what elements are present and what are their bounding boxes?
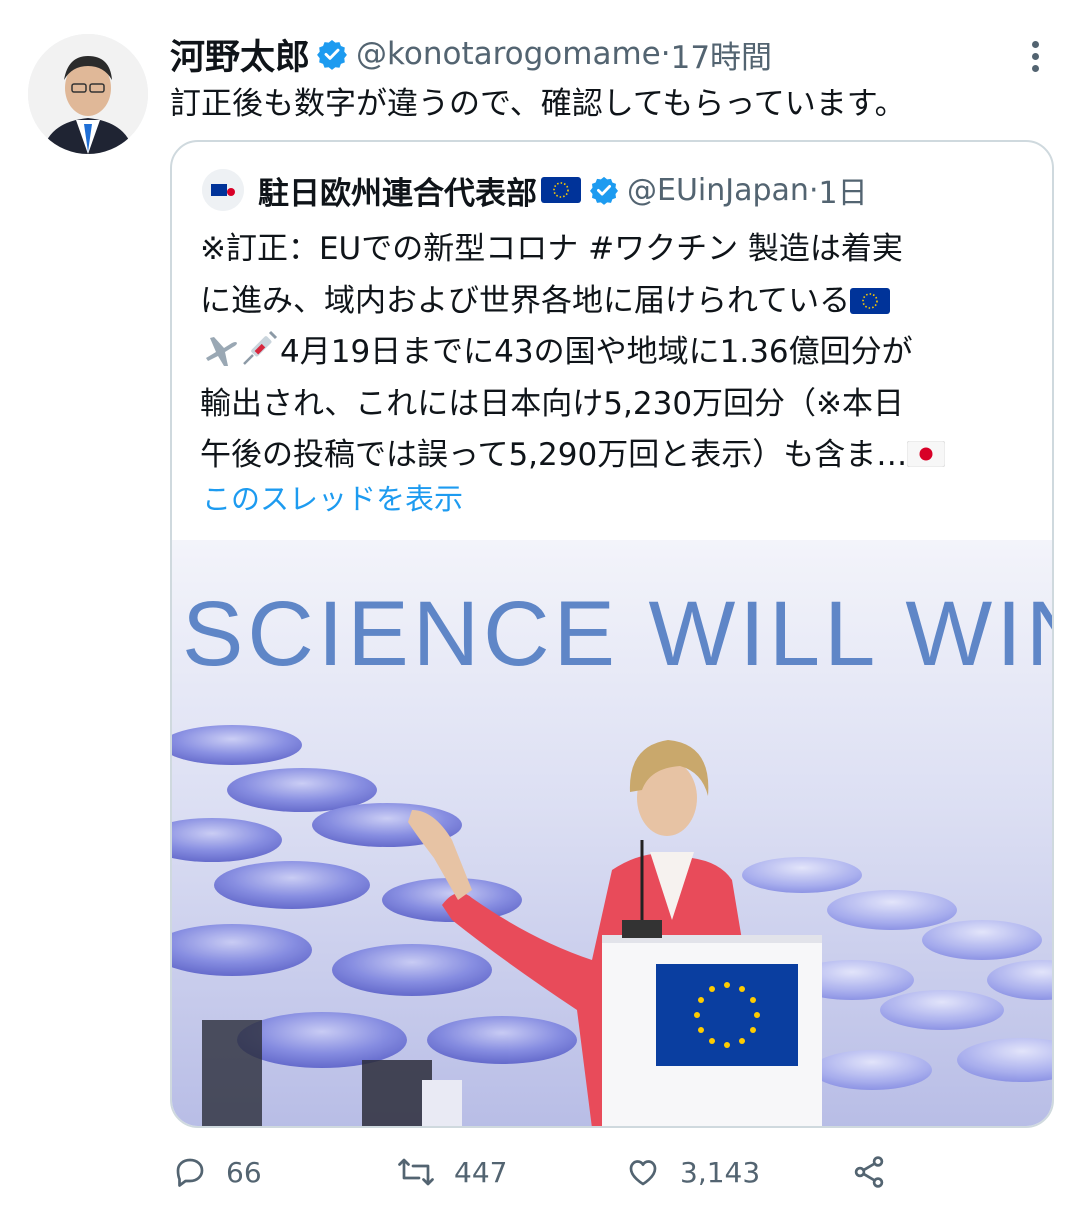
- quoted-author-name[interactable]: 駐日欧州連合代表部: [258, 168, 537, 213]
- quoted-handle[interactable]: @EUinJapan: [627, 173, 809, 208]
- meta-separator: ·: [808, 172, 819, 208]
- verified-badge-icon: [316, 38, 348, 70]
- author-avatar[interactable]: [28, 34, 148, 154]
- eu-flag-icon: [850, 279, 891, 314]
- quoted-time[interactable]: 1日: [818, 168, 867, 212]
- reply-count: 66: [226, 1155, 262, 1189]
- retweet-button[interactable]: 447: [396, 1150, 507, 1194]
- reply-button[interactable]: 66: [172, 1150, 262, 1194]
- like-button[interactable]: 3,143: [624, 1150, 760, 1194]
- author-name[interactable]: 河野太郎: [170, 29, 310, 80]
- quoted-text-line-5: 午後の投稿では誤って5,290万回と表示）も含ま…: [200, 430, 1040, 482]
- tweet-header: 河野太郎 @konotarogomame · 17時間: [170, 28, 772, 80]
- airplane-icon: [200, 328, 240, 368]
- share-icon: [854, 1156, 884, 1188]
- quoted-text-segment: 午後の投稿では誤って5,290万回と表示）も含ま…: [200, 437, 908, 473]
- tweet-time[interactable]: 17時間: [671, 32, 772, 77]
- media-caption-text: SCIENCE WILL WIN: [182, 583, 1052, 685]
- like-icon: [629, 1160, 657, 1186]
- reply-icon: [176, 1158, 204, 1187]
- quoted-text-line-3: 4月19日までに43の国や地域に1.36億回分が: [200, 327, 1040, 379]
- quoted-tweet[interactable]: 駐日欧州連合代表部 @EUinJapan · 1日 ※訂正：EUでの新型コロナ …: [170, 140, 1054, 1128]
- show-thread-link[interactable]: このスレッドを表示: [202, 476, 463, 518]
- quoted-media-image[interactable]: SCIENCE WILL WIN: [172, 540, 1052, 1126]
- retweet-count: 447: [454, 1155, 508, 1189]
- share-button[interactable]: [850, 1150, 906, 1194]
- tweet-text: 訂正後も数字が違うので、確認してもらっています。: [170, 86, 906, 122]
- syringe-icon: [240, 328, 280, 368]
- quoted-text-line-2: に進み、域内および世界各地に届けられている: [200, 276, 1040, 328]
- quoted-text-segment: 4月19日までに43の国や地域に1.36億回分が: [280, 334, 913, 370]
- like-count: 3,143: [680, 1155, 761, 1189]
- eu-flag-icon: [541, 177, 581, 203]
- more-options-icon[interactable]: [1020, 36, 1050, 72]
- quoted-text-segment: に進み、域内および世界各地に届けられている: [200, 282, 851, 319]
- quoted-avatar: [202, 169, 244, 211]
- retweet-icon: [398, 1158, 434, 1186]
- verified-badge-icon: [589, 175, 619, 205]
- meta-separator: ·: [660, 36, 671, 72]
- japan-flag-icon: [906, 432, 946, 468]
- author-handle[interactable]: @konotarogomame: [356, 36, 661, 72]
- quoted-header: 駐日欧州連合代表部 @EUinJapan · 1日: [202, 164, 868, 216]
- tweet-actions: 66 447 3,143: [170, 1140, 1054, 1204]
- quoted-text-line: 輸出され、これには日本向け5,230万回分（※本日: [200, 385, 905, 422]
- quoted-text: ※訂正：EUでの新型コロナ #ワクチン 製造は着実 に進み、域内および世界各地に…: [200, 224, 1040, 482]
- quoted-text-line: ※訂正：EUでの新型コロナ #ワクチン 製造は着実: [200, 231, 903, 267]
